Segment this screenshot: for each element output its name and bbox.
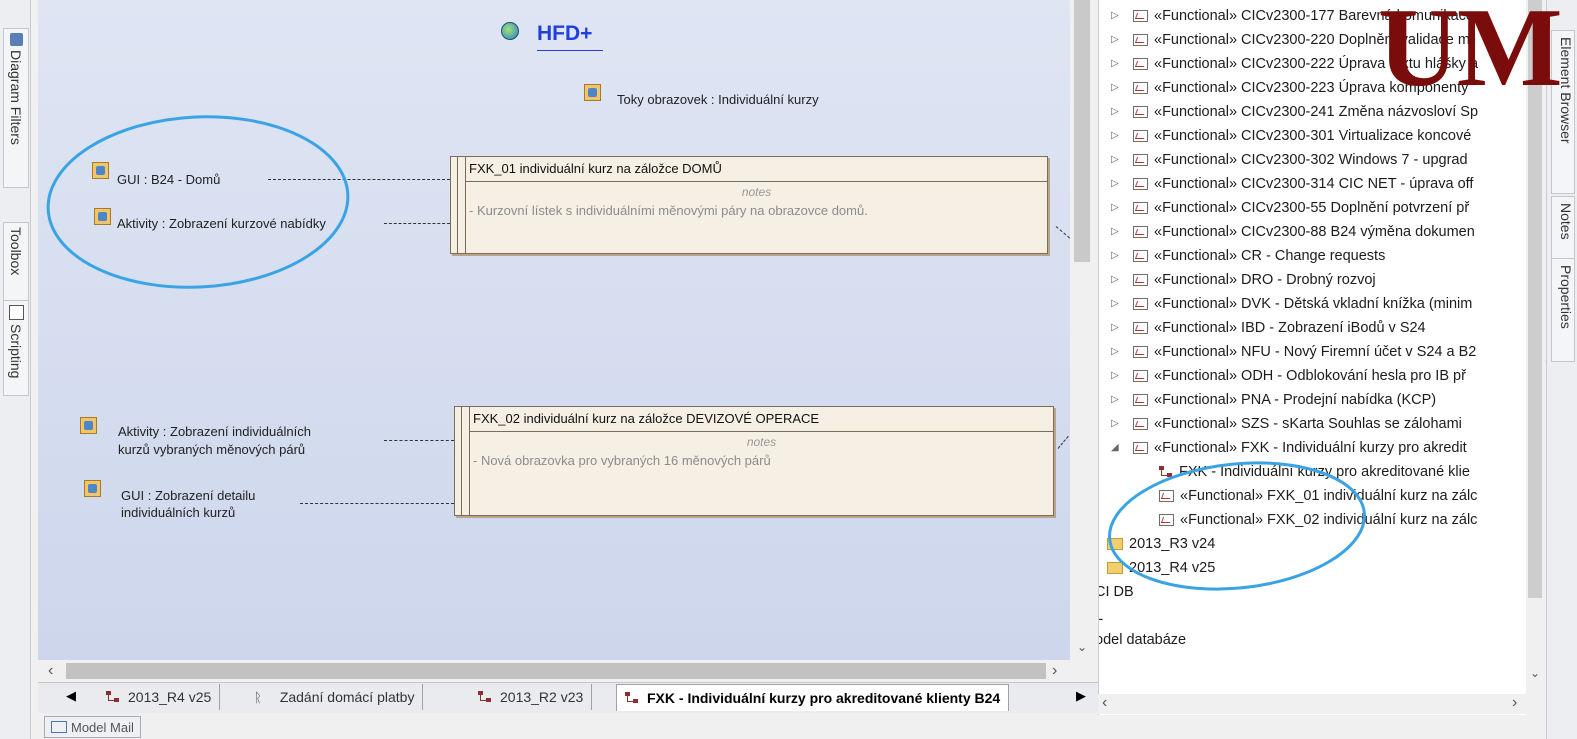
tree-scroll-right-icon[interactable]: ›: [1512, 694, 1517, 712]
tree-scroll-left-icon[interactable]: ‹: [1102, 694, 1107, 712]
tree-scroll-down-icon[interactable]: ⌄: [1530, 666, 1540, 680]
tab-notes[interactable]: Notes: [1551, 196, 1575, 266]
diagram-icon: [106, 691, 120, 703]
model-mail-label: Model Mail: [71, 719, 134, 735]
tab-fxk-active[interactable]: FXK - Individuální kurzy pro akreditovan…: [616, 684, 1010, 711]
scroll-right-icon[interactable]: ›: [1052, 662, 1057, 680]
diagram-icon: [478, 691, 492, 703]
activity-diagram-icon: ᚱ: [254, 689, 262, 705]
tab-label: Properties: [1558, 265, 1574, 329]
scroll-left-icon[interactable]: ‹: [48, 662, 53, 680]
tab-label: FXK - Individuální kurzy pro akreditovan…: [647, 690, 1001, 706]
tab-2013-r2-v23[interactable]: 2013_R2 v23: [470, 684, 593, 710]
tabs-scroll-left-icon[interactable]: ◀: [66, 688, 76, 704]
tree-horizontal-scrollbar[interactable]: [1098, 694, 1526, 714]
tab-2013-r4-v25[interactable]: 2013_R4 v25: [98, 684, 221, 710]
tab-label: Diagram Filters: [8, 50, 24, 145]
tab-label: 2013_R2 v23: [500, 689, 584, 705]
tab-toolbox[interactable]: Toolbox: [3, 222, 29, 304]
scroll-down-icon[interactable]: ⌄: [1077, 640, 1087, 654]
tab-zadani-domaci-platby[interactable]: ᚱ Zadání domácí platby: [246, 684, 424, 710]
mail-icon: [51, 721, 67, 733]
canvas-horizontal-scroll-thumb[interactable]: [66, 663, 1046, 679]
tab-label: Notes: [1558, 203, 1574, 240]
tabs-scroll-right-icon[interactable]: ▶: [1076, 688, 1086, 704]
tab-label: Zadání domácí platby: [279, 689, 415, 705]
diagram-icon: [625, 692, 639, 704]
tab-label: Scripting: [8, 324, 24, 379]
tab-properties[interactable]: Properties: [1551, 258, 1575, 362]
tab-scripting[interactable]: Scripting: [3, 300, 29, 396]
tab-label: Toolbox: [8, 227, 24, 276]
annotation-circle: [46, 115, 350, 289]
diagram-filters-icon: [9, 33, 23, 46]
model-mail-button[interactable]: Model Mail: [44, 716, 141, 738]
tab-label: 2013_R4 v25: [128, 689, 212, 705]
left-toolbar: Diagram Filters Toolbox Scripting: [0, 0, 31, 739]
um-watermark: UM: [1378, 0, 1563, 110]
canvas-vertical-scroll-thumb[interactable]: [1074, 0, 1090, 262]
scripting-icon: [8, 305, 24, 320]
diagram-canvas[interactable]: HFD+ Toky obrazovek : Individuální kurzy…: [38, 0, 1070, 660]
tab-diagram-filters[interactable]: Diagram Filters: [3, 28, 29, 188]
